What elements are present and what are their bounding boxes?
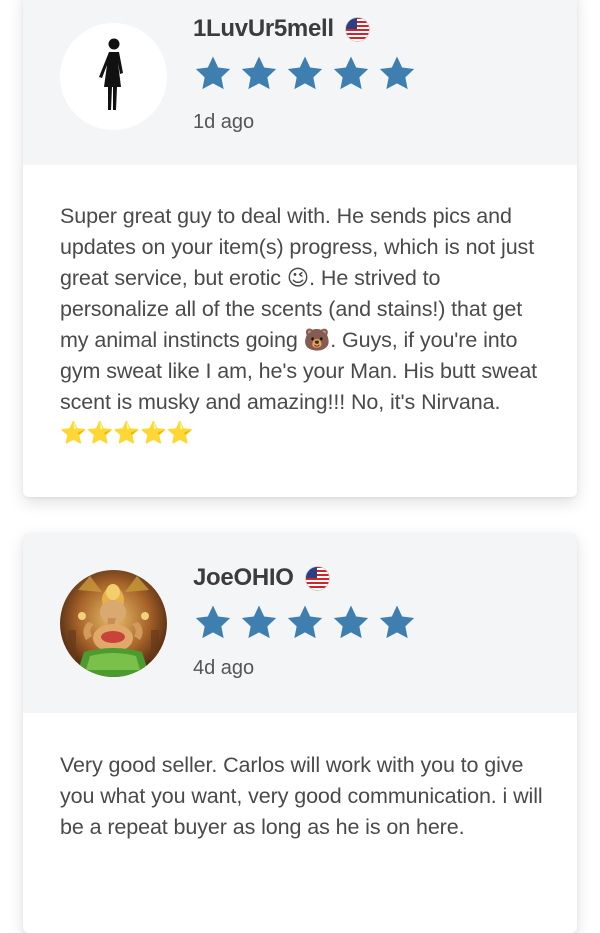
avatar[interactable]	[60, 23, 167, 130]
star-icon	[287, 605, 323, 639]
star-icon	[241, 605, 277, 639]
review-header: 1LuvUr5mell 1d ago	[23, 0, 577, 165]
star-rating	[193, 603, 423, 643]
review-date: 4d ago	[193, 657, 255, 679]
person-silhouette-icon	[99, 38, 123, 110]
reviewer-row: 1LuvUr5mell	[193, 12, 370, 46]
star-icon	[195, 605, 231, 639]
bear-emoji-icon: 🐻	[303, 328, 331, 353]
review-date: 1d ago	[193, 111, 255, 133]
star-icon	[379, 56, 415, 90]
review-text: Super great guy to deal with. He sends p…	[60, 201, 546, 449]
avatar[interactable]	[60, 570, 167, 677]
review-card: 1LuvUr5mell 1d ago Super great guy to de…	[23, 0, 577, 497]
reviewer-name[interactable]: 1LuvUr5mell	[193, 15, 334, 43]
deity-statue-avatar-icon	[60, 570, 167, 677]
review-card: JoeOHIO 4d ago Very good seller. Carlos …	[23, 533, 577, 933]
review-text-part: Very good seller. Carlos will work with …	[60, 753, 543, 839]
star-icon	[333, 605, 369, 639]
star-icon	[241, 56, 277, 90]
us-flag-icon	[344, 16, 370, 42]
reviewer-row: JoeOHIO	[193, 561, 330, 595]
star-icon	[379, 605, 415, 639]
star-icon	[195, 56, 231, 90]
star-icon	[287, 56, 323, 90]
review-text: Very good seller. Carlos will work with …	[60, 750, 546, 843]
star-rating	[193, 54, 423, 94]
star-icon	[333, 56, 369, 90]
review-header: JoeOHIO 4d ago	[23, 533, 577, 713]
star-emoji-icon: ⭐⭐⭐⭐⭐	[60, 421, 194, 446]
us-flag-icon	[304, 565, 330, 591]
wink-emoji-icon: 😉	[286, 266, 310, 291]
reviewer-name[interactable]: JoeOHIO	[193, 564, 294, 592]
